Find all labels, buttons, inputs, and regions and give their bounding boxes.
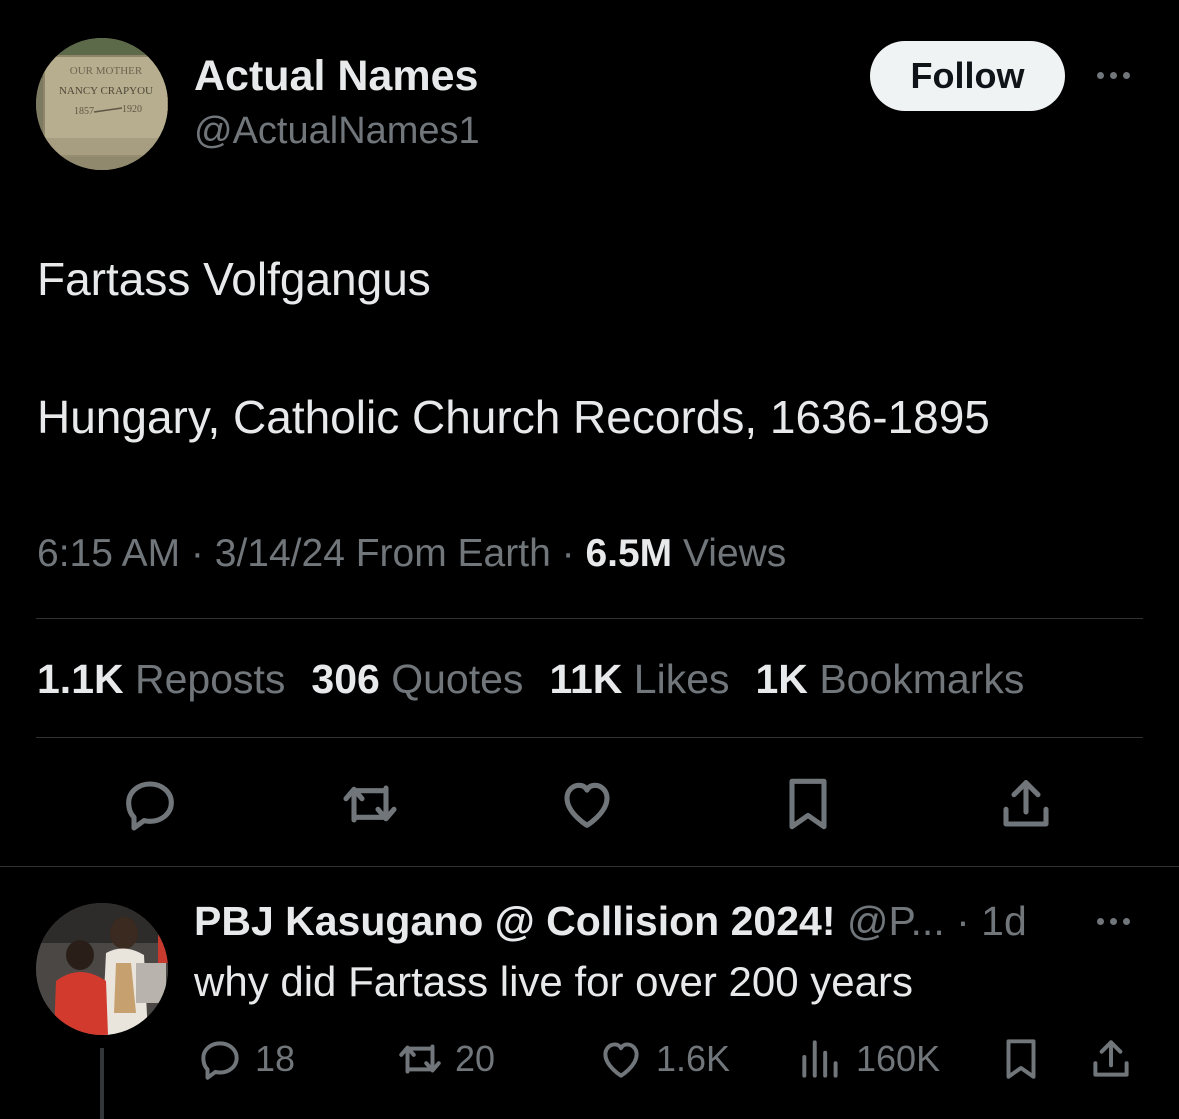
author-handle[interactable]: @ActualNames1 — [194, 110, 480, 153]
tweet-text-line2: Hungary, Catholic Church Records, 1636-1… — [37, 391, 990, 443]
share-icon[interactable] — [994, 772, 1058, 836]
reply-author-name[interactable]: PBJ Kasugano @ Collision 2024! — [194, 898, 835, 944]
meta-separator: · — [180, 532, 215, 575]
share-icon — [1093, 1040, 1129, 1077]
divider — [36, 618, 1143, 619]
reply-like-button[interactable]: 1.6K — [596, 1034, 730, 1084]
tweet-time[interactable]: 6:15 AM — [37, 532, 180, 575]
follow-button[interactable]: Follow — [870, 41, 1065, 111]
heart-icon — [603, 1042, 639, 1078]
stat-likes[interactable]: 11K Likes — [549, 656, 729, 703]
reply-share-button[interactable] — [1086, 1034, 1136, 1084]
reply-views-count: 160K — [856, 1038, 941, 1079]
tweet-text-line1: Fartass Volfgangus — [37, 253, 431, 305]
reply-reply-count: 18 — [255, 1038, 296, 1079]
views-icon — [802, 1040, 838, 1078]
reply-author-handle-time[interactable]: @P... · 1d — [835, 898, 1027, 944]
repost-icon — [399, 1044, 441, 1074]
stat-bookmarks[interactable]: 1K Bookmarks — [756, 656, 1025, 703]
views-count: 6.5M — [585, 532, 673, 575]
divider — [36, 737, 1143, 738]
tweet-meta: 6:15 AM · 3/14/24 From Earth · 6.5M View… — [37, 532, 786, 576]
stat-quotes[interactable]: 306 Quotes — [311, 656, 523, 703]
reply-reply-button[interactable]: 18 — [195, 1034, 295, 1084]
repost-icon[interactable] — [338, 772, 402, 836]
bookmark-icon[interactable] — [776, 772, 840, 836]
heart-icon[interactable] — [555, 772, 619, 836]
reply-like-count: 1.6K — [656, 1038, 731, 1079]
gravestone-line2: NANCY CRAPYOU — [59, 85, 153, 97]
reply-repost-button[interactable]: 20 — [395, 1034, 495, 1084]
views-label: Views — [672, 532, 787, 575]
reply-more-options-icon[interactable] — [1097, 918, 1130, 925]
reply-repost-count: 20 — [455, 1038, 496, 1079]
engagement-stats: 1.1K Reposts 306 Quotes 11K Likes 1K Boo… — [37, 656, 1024, 703]
divider — [0, 866, 1179, 867]
reply-text: why did Fartass live for over 200 years — [194, 958, 913, 1005]
reply-views-button[interactable]: 160K — [796, 1034, 940, 1084]
gravestone-image: OUR MOTHER NANCY CRAPYOU 1857 1920 — [36, 38, 168, 170]
author-name[interactable]: Actual Names — [194, 52, 478, 101]
author-avatar[interactable]: OUR MOTHER NANCY CRAPYOU 1857 1920 — [36, 38, 168, 170]
gravestone-line1: OUR MOTHER — [70, 65, 143, 77]
bookmark-icon — [1006, 1039, 1036, 1079]
thread-line — [100, 1048, 104, 1119]
reply-avatar-image — [36, 903, 168, 1035]
stat-reposts[interactable]: 1.1K Reposts — [37, 656, 285, 703]
reply-icon[interactable] — [118, 772, 182, 836]
reply-author-avatar[interactable] — [36, 903, 168, 1035]
meta-separator: · — [550, 532, 586, 575]
gravestone-line4: 1920 — [122, 104, 142, 115]
reply-bookmark-button[interactable] — [996, 1034, 1046, 1084]
more-options-icon[interactable] — [1097, 72, 1130, 79]
reply-icon — [201, 1041, 239, 1080]
gravestone-line3: 1857 — [74, 106, 94, 117]
tweet-date[interactable]: 3/14/24 From Earth — [215, 532, 551, 575]
reply-header: PBJ Kasugano @ Collision 2024! @P... · 1… — [194, 898, 1027, 945]
